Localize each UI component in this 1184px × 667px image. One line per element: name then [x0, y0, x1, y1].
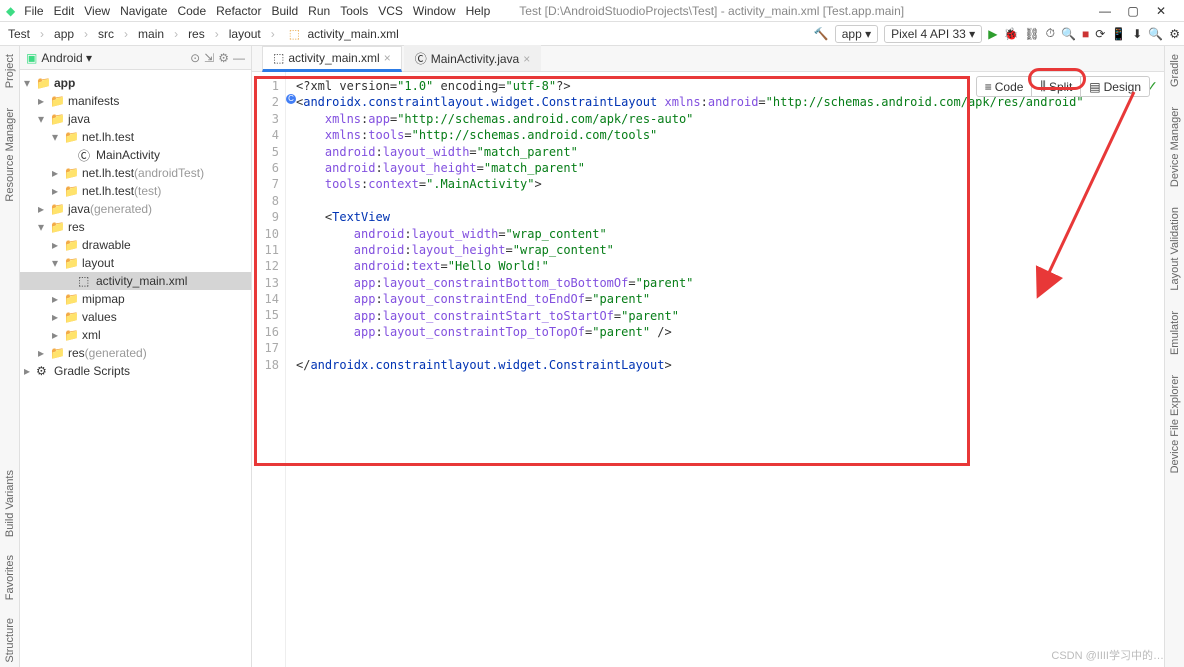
editor-body: 123456789101112131415161718 C <?xml vers… [252, 72, 1164, 667]
menu-vcs[interactable]: VCS [373, 2, 408, 20]
build-icon[interactable]: 🔨 [814, 27, 829, 41]
avd-icon[interactable]: 📱 [1111, 27, 1126, 41]
device-selector[interactable]: Pixel 4 API 33 ▾ [884, 25, 982, 43]
maximize-button[interactable]: ▢ [1124, 4, 1142, 18]
search-icon[interactable]: 🔍 [1148, 27, 1163, 41]
right-tool-rail: Gradle Device Manager Layout Validation Emu… [1164, 46, 1184, 667]
rail-emulator[interactable]: Emulator [1169, 311, 1181, 355]
debug-icon[interactable]: 🐞 [1003, 27, 1018, 41]
editor-tab[interactable]: ⒸMainActivity.java× [404, 45, 542, 71]
sync-icon[interactable]: ⟳ [1095, 27, 1105, 41]
gear-icon[interactable]: ⚙ [218, 51, 229, 65]
project-tree[interactable]: ▾📁app▸📁manifests▾📁java▾📁net.lh.testⒸMain… [20, 70, 251, 667]
menu-edit[interactable]: Edit [49, 2, 80, 20]
tree-item[interactable]: ▾📁layout [20, 254, 251, 272]
window-controls: — ▢ ✕ [1096, 4, 1178, 18]
watermark: CSDN @IIII学习中的… [1051, 647, 1164, 663]
rail-resource-manager[interactable]: Resource Manager [4, 108, 16, 202]
rail-build-variants[interactable]: Build Variants [4, 470, 16, 537]
breadcrumb-item[interactable]: main [134, 26, 168, 42]
toolbar: Test›app›src›main›res›layout›⬚ activity_… [0, 22, 1184, 46]
line-gutter: 123456789101112131415161718 [252, 72, 286, 667]
rail-gradle[interactable]: Gradle [1169, 54, 1181, 87]
menubar: ◆ FileEditViewNavigateCodeRefactorBuildR… [0, 0, 1184, 22]
breadcrumb-item[interactable]: layout [225, 26, 265, 42]
stop-icon[interactable]: ■ [1082, 27, 1089, 41]
tree-item[interactable]: ▸📁drawable [20, 236, 251, 254]
sdk-icon[interactable]: ⬇ [1132, 27, 1142, 41]
tree-item[interactable]: ⒸMainActivity [20, 146, 251, 164]
hide-icon[interactable]: — [233, 51, 245, 65]
collapse-icon[interactable]: ⇲ [204, 51, 214, 65]
menu-build[interactable]: Build [266, 2, 303, 20]
editor-area: ⬚activity_main.xml×ⒸMainActivity.java× ≡… [252, 46, 1164, 667]
tab-icon: ⬚ [273, 51, 284, 65]
target-icon[interactable]: ⊙ [190, 51, 200, 65]
tree-item[interactable]: ▾📁net.lh.test [20, 128, 251, 146]
tree-item[interactable]: ▸📁mipmap [20, 290, 251, 308]
tree-item[interactable]: ▸📁xml [20, 326, 251, 344]
project-view-selector[interactable]: Android ▾ [41, 51, 92, 65]
rail-layout-validation[interactable]: Layout Validation [1169, 207, 1181, 291]
toolbar-right: 🔨 app ▾ Pixel 4 API 33 ▾ ▶ 🐞 ⛓ ⏱ 🔍 ■ ⟳ 📱… [814, 25, 1180, 43]
menu-window[interactable]: Window [408, 2, 461, 20]
breadcrumb-item[interactable]: ⬚ activity_main.xml [281, 26, 403, 42]
breadcrumb: Test›app›src›main›res›layout›⬚ activity_… [4, 26, 403, 42]
editor-tabs: ⬚activity_main.xml×ⒸMainActivity.java× [252, 46, 1164, 72]
close-button[interactable]: ✕ [1152, 4, 1170, 18]
view-split[interactable]: ⫼Split [1032, 77, 1081, 96]
tree-item[interactable]: ▾📁res [20, 218, 251, 236]
tree-item[interactable]: ⬚activity_main.xml [20, 272, 251, 290]
breadcrumb-item[interactable]: Test [4, 26, 34, 42]
tree-item[interactable]: ▸📁java (generated) [20, 200, 251, 218]
rail-structure[interactable]: Structure [4, 618, 16, 663]
code-editor[interactable]: <?xml version="1.0" encoding="utf-8"?> <… [286, 72, 1164, 667]
bottom-left-rail: Build Variants Favorites Structure [0, 470, 20, 663]
settings-icon[interactable]: ⚙ [1169, 27, 1180, 41]
editor-tab[interactable]: ⬚activity_main.xml× [262, 46, 402, 72]
minimize-button[interactable]: — [1096, 4, 1114, 18]
design-view-switcher: ≡Code⫼Split▤Design [976, 76, 1150, 97]
tree-item[interactable]: ▸📁values [20, 308, 251, 326]
breadcrumb-item[interactable]: res [184, 26, 209, 42]
tree-item[interactable]: ▾📁app [20, 74, 251, 92]
menu-tools[interactable]: Tools [335, 2, 373, 20]
app-icon: ◆ [6, 4, 15, 18]
rail-favorites[interactable]: Favorites [4, 555, 16, 600]
menu-navigate[interactable]: Navigate [115, 2, 172, 20]
menu-view[interactable]: View [79, 2, 115, 20]
android-icon: ▣ [26, 51, 37, 65]
tree-item[interactable]: ▸📁net.lh.test (test) [20, 182, 251, 200]
main-area: Project Resource Manager ▣ Android ▾ ⊙ ⇲ … [0, 46, 1184, 667]
menu-help[interactable]: Help [461, 2, 496, 20]
tree-item[interactable]: ▾📁java [20, 110, 251, 128]
run-config-selector[interactable]: app ▾ [835, 25, 878, 43]
project-panel-header: ▣ Android ▾ ⊙ ⇲ ⚙ — [20, 46, 251, 70]
app-inspection-icon[interactable]: 🔍 [1061, 27, 1076, 41]
profiler-icon[interactable]: ⏱ [1046, 26, 1055, 41]
run-icon[interactable]: ▶ [988, 27, 997, 41]
tree-item[interactable]: ▸📁res (generated) [20, 344, 251, 362]
tree-item[interactable]: ▸📁manifests [20, 92, 251, 110]
tree-item[interactable]: ▸📁net.lh.test (androidTest) [20, 164, 251, 182]
tab-icon: Ⓒ [415, 50, 427, 67]
menu-refactor[interactable]: Refactor [211, 2, 266, 20]
rail-device-manager[interactable]: Device Manager [1169, 107, 1181, 187]
rail-project[interactable]: Project [4, 54, 16, 88]
window-title: Test [D:\AndroidStuodioProjects\Test] - … [499, 4, 1092, 18]
view-design[interactable]: ▤Design [1081, 77, 1149, 96]
menu-code[interactable]: Code [172, 2, 211, 20]
view-code[interactable]: ≡Code [977, 77, 1033, 96]
rail-device-file-explorer[interactable]: Device File Explorer [1169, 375, 1181, 473]
tab-close-icon[interactable]: × [523, 52, 530, 66]
breadcrumb-item[interactable]: app [50, 26, 78, 42]
tab-close-icon[interactable]: × [384, 51, 391, 65]
menu-file[interactable]: File [19, 2, 48, 20]
breadcrumb-item[interactable]: src [94, 26, 118, 42]
coverage-icon[interactable]: ⛓ [1024, 27, 1039, 41]
menu-run[interactable]: Run [303, 2, 335, 20]
tree-item[interactable]: ▸⚙Gradle Scripts [20, 362, 251, 380]
project-panel: ▣ Android ▾ ⊙ ⇲ ⚙ — ▾📁app▸📁manifests▾📁ja… [20, 46, 252, 667]
class-marker-icon[interactable]: C [286, 94, 296, 104]
